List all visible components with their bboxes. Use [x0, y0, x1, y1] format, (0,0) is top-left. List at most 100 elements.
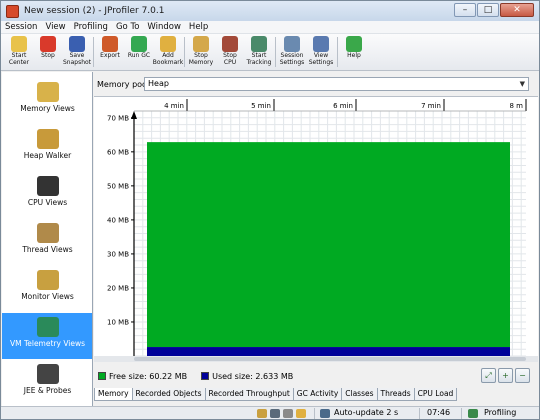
session-settings-icon	[284, 36, 300, 52]
sidebar-item-label: Heap Walker	[23, 151, 72, 160]
monitor-views-icon	[36, 270, 59, 290]
menu-window[interactable]: Window	[143, 22, 185, 32]
toolbar-separator	[337, 37, 338, 67]
status-auto-update[interactable]: Auto-update 2 s	[334, 408, 398, 417]
sidebar-item-heap-walker[interactable]: Heap Walker	[2, 125, 92, 171]
view-settings-button[interactable]: View Settings	[307, 34, 335, 70]
help-label: Help	[347, 52, 361, 59]
zoom-out-button[interactable]: −	[515, 368, 530, 383]
view-settings-icon	[313, 36, 329, 52]
tab-classes[interactable]: Classes	[341, 388, 378, 401]
free-size-swatch	[98, 372, 106, 380]
tab-recorded-throughput[interactable]: Recorded Throughput	[204, 388, 294, 401]
zoom-fit-button[interactable]: ⤢	[481, 368, 496, 383]
menu-profiling[interactable]: Profiling	[70, 22, 112, 32]
telemetry-panel: Memory pool: Heap ▼ 10 MB 20 MB 30 MB 40 MB…	[94, 72, 538, 406]
chevron-down-icon: ▼	[519, 80, 525, 88]
y-tick-label: 20 MB	[107, 284, 129, 292]
start-tracking-label: Start Tracking	[246, 52, 272, 66]
x-tick-label: 8 m	[510, 102, 524, 110]
gc-icon	[131, 36, 147, 52]
x-tick-label: 5 min	[251, 102, 271, 110]
tab-gc-activity[interactable]: GC Activity	[292, 388, 343, 401]
thread-views-icon	[36, 223, 59, 243]
export-button[interactable]: Export	[96, 34, 124, 70]
save-snapshot-button[interactable]: Save Snapshot	[63, 34, 91, 70]
tab-recorded-objects[interactable]: Recorded Objects	[131, 388, 206, 401]
x-tick-label: 4 min	[164, 102, 184, 110]
sidebar-item-label: Monitor Views	[21, 292, 74, 301]
menu-view[interactable]: View	[41, 22, 69, 32]
toolbar-separator	[275, 37, 276, 67]
run-gc-button[interactable]: Run GC	[125, 34, 153, 70]
used-size-area	[147, 347, 510, 356]
stop-memory-label: Stop Memory	[188, 52, 214, 66]
sidebar-item-jee-probes[interactable]: JEE & Probes	[2, 360, 92, 406]
menu-bar: Session View Profiling Go To Window Help	[1, 21, 539, 34]
cpu-icon	[222, 36, 238, 52]
sidebar-item-memory-views[interactable]: Memory Views	[2, 78, 92, 124]
sidebar-item-label: CPU Views	[27, 198, 68, 207]
memory-pool-select[interactable]: Heap ▼	[144, 77, 529, 91]
app-window: New session (2) - JProfiler 7.0.1 – □ ✕ …	[0, 0, 540, 420]
memory-chart[interactable]: 10 MB 20 MB 30 MB 40 MB 50 MB 60 MB 70 MB 4 min…	[94, 96, 538, 362]
status-mode: Profiling	[484, 408, 517, 417]
add-bookmark-button[interactable]: Add Bookmark	[152, 34, 184, 70]
chart-legend: Free size: 60.22 MB Used size: 2.633 MB …	[94, 368, 538, 384]
y-tick-label: 30 MB	[107, 250, 129, 258]
start-center-button[interactable]: Start Center	[5, 34, 33, 70]
used-size-legend: Used size: 2.633 MB	[212, 371, 294, 381]
view-settings-label: View Settings	[308, 52, 334, 66]
x-tick-label: 7 min	[421, 102, 441, 110]
zoom-in-button[interactable]: +	[498, 368, 513, 383]
stop-cpu-button[interactable]: Stop CPU	[216, 34, 244, 70]
menu-help[interactable]: Help	[185, 22, 212, 32]
toolbar-separator	[184, 37, 185, 67]
help-icon	[346, 36, 362, 52]
sidebar-item-label: VM Telemetry Views	[9, 339, 86, 348]
memory-icon	[193, 36, 209, 52]
x-tick-label: 6 min	[333, 102, 353, 110]
start-center-label: Start Center	[8, 52, 30, 66]
stop-memory-button[interactable]: Stop Memory	[187, 34, 215, 70]
tab-cpu-load[interactable]: CPU Load	[413, 388, 458, 401]
chart-scrollbar-thumb	[134, 357, 526, 361]
add-bookmark-label: Add Bookmark	[152, 52, 184, 66]
memory-pool-value: Heap	[148, 79, 169, 88]
sidebar-item-thread-views[interactable]: Thread Views	[2, 219, 92, 265]
jee-probes-icon	[36, 364, 59, 384]
start-center-icon	[11, 36, 27, 52]
sidebar-item-monitor-views[interactable]: Monitor Views	[2, 266, 92, 312]
jprofiler-logo-icon	[6, 4, 19, 18]
session-settings-label: Session Settings	[279, 52, 305, 66]
window-controls: – □ ✕	[453, 3, 534, 17]
status-divider	[314, 408, 315, 419]
status-divider	[419, 408, 420, 419]
stop-button[interactable]: Stop	[34, 34, 62, 70]
sidebar-item-label: JEE & Probes	[23, 386, 72, 395]
help-button[interactable]: Help	[340, 34, 368, 70]
sidebar-item-cpu-views[interactable]: CPU Views	[2, 172, 92, 218]
toolbar-separator	[93, 37, 94, 67]
memory-views-icon	[36, 82, 59, 102]
title-bar[interactable]: New session (2) - JProfiler 7.0.1 – □ ✕	[1, 1, 539, 21]
tab-threads[interactable]: Threads	[376, 388, 415, 401]
status-bar: Auto-update 2 s 07:46 Profiling	[1, 406, 539, 419]
status-bookmark-icon	[296, 409, 306, 418]
menu-go-to[interactable]: Go To	[112, 22, 143, 32]
toolbar: Start Center Stop Save Snapshot Export Run G…	[1, 34, 539, 71]
start-tracking-button[interactable]: Start Tracking	[245, 34, 273, 70]
tab-memory[interactable]: Memory	[94, 388, 133, 401]
menu-session[interactable]: Session	[1, 22, 41, 32]
minimize-button[interactable]: –	[454, 3, 476, 17]
stop-icon	[40, 36, 56, 52]
session-settings-button[interactable]: Session Settings	[278, 34, 306, 70]
free-size-area	[147, 142, 510, 348]
y-tick-label: 40 MB	[107, 216, 129, 224]
maximize-button[interactable]: □	[477, 3, 499, 17]
sidebar-item-label: Memory Views	[20, 104, 75, 113]
sidebar-item-vm-telemetry-views[interactable]: VM Telemetry Views	[2, 313, 92, 359]
close-button[interactable]: ✕	[500, 3, 534, 17]
window-title: New session (2) - JProfiler 7.0.1	[24, 6, 165, 16]
free-size-legend: Free size: 60.22 MB	[109, 371, 188, 381]
